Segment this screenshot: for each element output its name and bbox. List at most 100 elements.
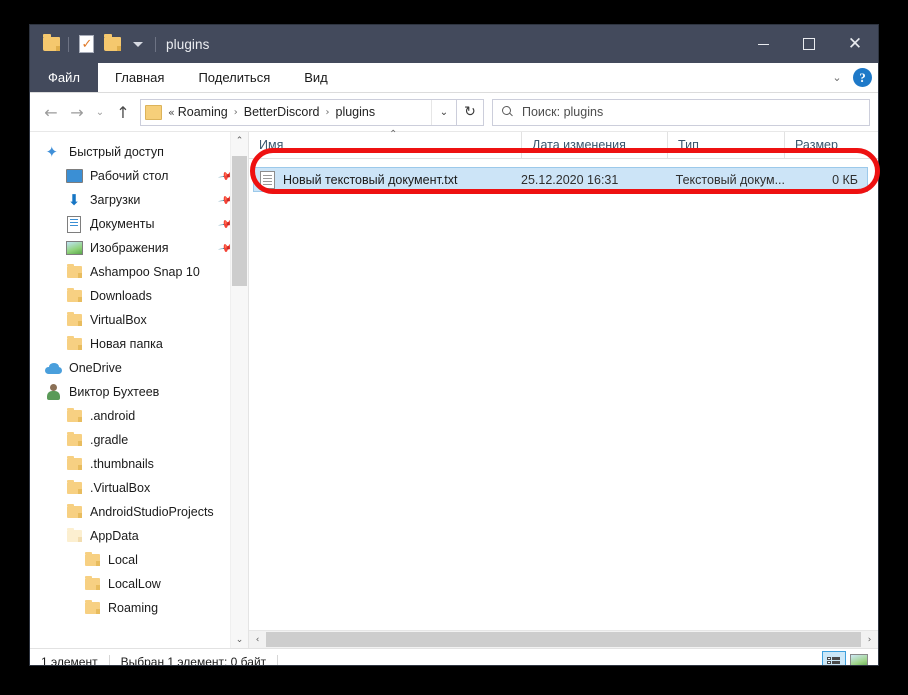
breadcrumb-separator-2[interactable]: › bbox=[320, 107, 336, 118]
ribbon-tab-bar: Файл Главная Поделиться Вид ⌄ ? bbox=[30, 63, 878, 93]
file-list[interactable]: Новый текстовый документ.txt 25.12.2020 1… bbox=[249, 159, 878, 630]
sidebar-item[interactable]: ✦ Быстрый доступ bbox=[30, 140, 248, 164]
sidebar-item[interactable]: .VirtualBox bbox=[30, 476, 248, 500]
folder-icon bbox=[65, 503, 83, 521]
folder-glyph bbox=[42, 34, 60, 51]
breadcrumb-separator-1[interactable]: › bbox=[228, 107, 244, 118]
sidebar-item-label: Рабочий стол bbox=[90, 169, 169, 183]
customize-caret-icon[interactable] bbox=[125, 31, 151, 57]
file-row[interactable]: Новый текстовый документ.txt 25.12.2020 1… bbox=[253, 167, 868, 192]
folder-icon bbox=[65, 455, 83, 473]
chevron-down-icon[interactable]: ⌄ bbox=[827, 68, 847, 88]
view-mode-buttons bbox=[822, 651, 870, 665]
sidebar-item[interactable]: VirtualBox bbox=[30, 308, 248, 332]
sidebar-item[interactable]: Ashampoo Snap 10 bbox=[30, 260, 248, 284]
folder-icon bbox=[65, 407, 83, 425]
horizontal-scrollbar[interactable]: ‹ › bbox=[249, 630, 878, 648]
status-divider-2 bbox=[277, 655, 279, 665]
horizontal-scrollbar-thumb[interactable] bbox=[266, 632, 861, 647]
column-header-name[interactable]: Имя ⌃ bbox=[249, 129, 521, 158]
address-dropdown-icon[interactable]: ⌄ bbox=[431, 99, 456, 125]
search-input[interactable]: Поиск: plugins bbox=[522, 105, 603, 119]
file-explorer-window: ✓ plugins ✕ Файл Главная Поделиться Вид … bbox=[30, 25, 878, 665]
properties-icon[interactable]: ✓ bbox=[73, 31, 99, 57]
status-bar: 1 элемент Выбран 1 элемент: 0 байт bbox=[30, 648, 878, 665]
sidebar-item[interactable]: ⬇ Загрузки 📌 bbox=[30, 188, 248, 212]
folder-icon[interactable] bbox=[38, 31, 64, 57]
navigation-pane: ✦ Быстрый доступ Рабочий стол 📌 ⬇ Загрузки 📌 До… bbox=[30, 132, 249, 648]
sidebar-item[interactable]: Roaming bbox=[30, 596, 248, 620]
column-header-size[interactable]: Размер bbox=[784, 132, 864, 158]
sidebar-item-label: Downloads bbox=[90, 289, 152, 303]
sidebar-item-label: .thumbnails bbox=[90, 457, 154, 471]
folder-icon bbox=[83, 551, 101, 569]
tab-share[interactable]: Поделиться bbox=[181, 63, 287, 92]
folder-glyph bbox=[66, 431, 82, 446]
cloud-icon bbox=[44, 359, 62, 377]
file-size-cell: 0 КБ bbox=[832, 172, 858, 187]
thumbnails-view-button[interactable] bbox=[848, 651, 870, 665]
column-header-type[interactable]: Тип bbox=[667, 132, 784, 158]
scroll-up-icon[interactable]: ⌃ bbox=[231, 132, 248, 149]
folder-icon bbox=[65, 335, 83, 353]
screenshot-root: ✓ plugins ✕ Файл Главная Поделиться Вид … bbox=[0, 0, 908, 695]
up-button[interactable]: ↑ bbox=[110, 99, 136, 125]
folder-icon bbox=[65, 311, 83, 329]
scrollbar-thumb[interactable] bbox=[232, 156, 247, 286]
sidebar-item-label: Ashampoo Snap 10 bbox=[90, 265, 200, 279]
breadcrumb-item-plugins[interactable]: plugins bbox=[336, 105, 376, 119]
sidebar-item[interactable]: Local bbox=[30, 548, 248, 572]
user-icon bbox=[44, 383, 62, 401]
maximize-button[interactable] bbox=[786, 25, 832, 63]
sidebar-item[interactable]: Изображения 📌 bbox=[30, 236, 248, 260]
new-folder-icon[interactable] bbox=[99, 31, 125, 57]
refresh-button[interactable]: ↻ bbox=[457, 98, 484, 126]
tab-view[interactable]: Вид bbox=[287, 63, 345, 92]
scroll-left-icon[interactable]: ‹ bbox=[249, 631, 266, 648]
sidebar-item[interactable]: AndroidStudioProjects bbox=[30, 500, 248, 524]
recent-locations-button[interactable]: ⌄ bbox=[90, 99, 110, 125]
breadcrumb-overflow[interactable]: « bbox=[168, 106, 178, 119]
sidebar-item[interactable]: .android bbox=[30, 404, 248, 428]
navigation-scrollbar[interactable]: ⌃ ⌄ bbox=[230, 132, 248, 648]
sidebar-item-label: Загрузки bbox=[90, 193, 141, 207]
tab-file[interactable]: Файл bbox=[30, 63, 98, 92]
back-button[interactable]: ← bbox=[38, 99, 64, 125]
selection-info-label: Выбран 1 элемент: 0 байт bbox=[120, 654, 267, 666]
sidebar-item-label: .gradle bbox=[90, 433, 129, 447]
sort-ascending-icon: ⌃ bbox=[389, 129, 398, 140]
sidebar-item[interactable]: .thumbnails bbox=[30, 452, 248, 476]
sidebar-item[interactable]: Downloads bbox=[30, 284, 248, 308]
sidebar-item[interactable]: AppData bbox=[30, 524, 248, 548]
sidebar-item[interactable]: Новая папка bbox=[30, 332, 248, 356]
folder-icon bbox=[65, 287, 83, 305]
scroll-down-icon[interactable]: ⌄ bbox=[231, 631, 248, 648]
column-header-date[interactable]: Дата изменения bbox=[521, 132, 667, 158]
search-icon bbox=[501, 105, 515, 119]
breadcrumb-item-betterdiscord[interactable]: BetterDiscord bbox=[244, 105, 320, 119]
properties-glyph: ✓ bbox=[78, 35, 94, 53]
sidebar-item-label: Roaming bbox=[108, 601, 159, 615]
tab-home[interactable]: Главная bbox=[98, 63, 181, 92]
scroll-right-icon[interactable]: › bbox=[861, 631, 878, 648]
help-icon[interactable]: ? bbox=[853, 68, 872, 87]
folder-glyph bbox=[66, 335, 82, 350]
search-box[interactable]: Поиск: plugins bbox=[492, 98, 870, 126]
star-glyph: ✦ bbox=[45, 142, 59, 161]
minimize-button[interactable] bbox=[740, 25, 786, 63]
sidebar-item[interactable]: Рабочий стол 📌 bbox=[30, 164, 248, 188]
folder-icon bbox=[83, 599, 101, 617]
breadcrumb-item-roaming[interactable]: Roaming bbox=[178, 105, 228, 119]
ribbon-right-controls: ⌄ ? bbox=[827, 63, 872, 92]
details-view-icon bbox=[827, 656, 841, 665]
address-field[interactable]: « Roaming › BetterDiscord › plugins ⌄ bbox=[140, 98, 457, 126]
sidebar-item[interactable]: Виктор Бухтеев bbox=[30, 380, 248, 404]
close-button[interactable]: ✕ bbox=[832, 25, 878, 63]
sidebar-item[interactable]: .gradle bbox=[30, 428, 248, 452]
sidebar-item[interactable]: LocalLow bbox=[30, 572, 248, 596]
sidebar-item[interactable]: Документы 📌 bbox=[30, 212, 248, 236]
details-view-button[interactable] bbox=[822, 651, 846, 665]
forward-button[interactable]: → bbox=[64, 99, 90, 125]
sidebar-item[interactable]: OneDrive bbox=[30, 356, 248, 380]
sidebar-item-label: Быстрый доступ bbox=[69, 145, 164, 159]
